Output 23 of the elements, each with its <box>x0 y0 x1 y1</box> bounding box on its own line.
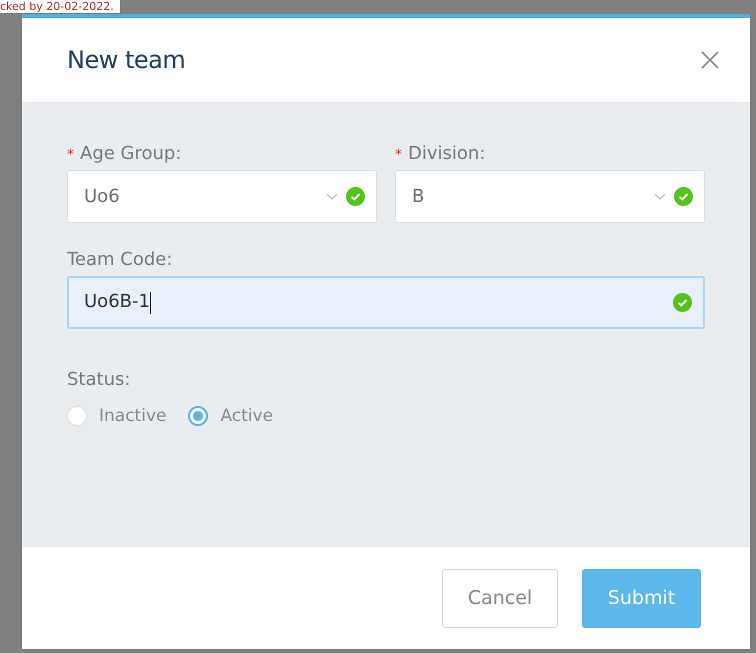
input-field[interactable]: Uo6B-1 <box>67 276 705 329</box>
field-label: Age Group: <box>80 143 182 164</box>
select-field[interactable]: Uo6 <box>67 170 377 223</box>
check-circle-icon <box>346 187 365 206</box>
radio-label[interactable]: Inactive <box>99 406 166 426</box>
radio-button[interactable] <box>67 406 87 426</box>
chevron-down-icon[interactable] <box>326 192 338 200</box>
background-notice: cked by 20-02-2022. <box>0 0 120 13</box>
radio-button[interactable] <box>188 406 208 426</box>
check-circle-icon <box>673 293 692 312</box>
close-icon[interactable] <box>700 50 720 70</box>
dialog-title: New team <box>67 46 186 74</box>
required-mark: * <box>67 147 74 163</box>
check-circle-icon <box>674 187 693 206</box>
field-label: Status: <box>67 369 132 390</box>
select-field[interactable]: B <box>395 170 705 223</box>
required-mark: * <box>395 147 402 163</box>
field-label: Team Code: <box>67 249 172 270</box>
cancel-button[interactable]: Cancel <box>442 568 558 628</box>
radio-label[interactable]: Active <box>220 406 274 426</box>
field-label: Division: <box>408 143 486 164</box>
chevron-down-icon[interactable] <box>654 192 666 200</box>
submit-button[interactable]: Submit <box>582 568 701 628</box>
